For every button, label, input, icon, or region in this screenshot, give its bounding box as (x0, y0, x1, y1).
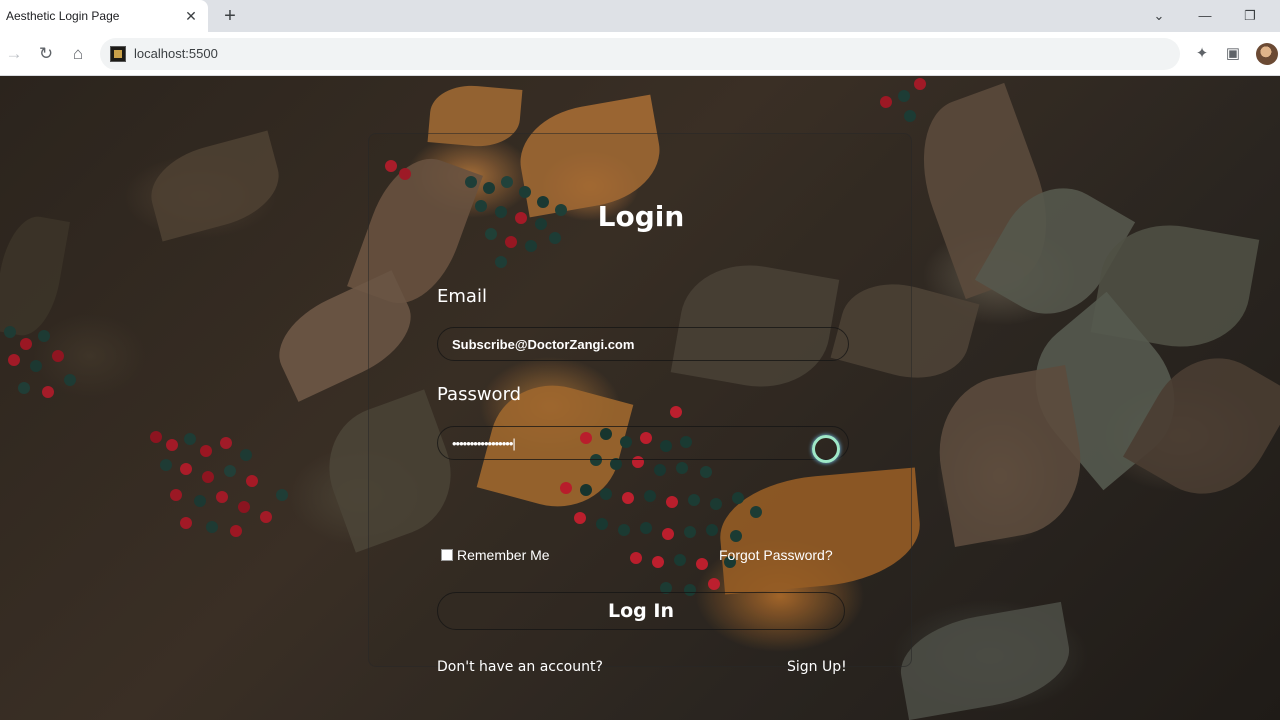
address-bar[interactable]: localhost:5500 (100, 38, 1180, 70)
remember-me-label: Remember Me (457, 547, 550, 563)
login-card: Login Email Password Remember Me Forgot … (368, 133, 912, 675)
login-button[interactable]: Log In (437, 592, 845, 630)
site-favicon-icon (110, 46, 126, 62)
leaf-decoration (927, 365, 1093, 547)
new-tab-button[interactable]: + (218, 4, 242, 28)
leaf-decoration (141, 130, 289, 242)
home-icon[interactable]: ⌂ (66, 42, 90, 66)
restore-icon[interactable]: ❐ (1238, 4, 1262, 28)
profile-avatar[interactable] (1256, 43, 1278, 65)
no-account-text: Don't have an account? (437, 659, 603, 675)
login-title: Login (597, 200, 685, 233)
close-tab-icon[interactable]: ✕ (182, 7, 200, 25)
browser-tab-bar: Aesthetic Login Page ✕ + ⌄ — ❐ (0, 0, 1280, 32)
cursor-highlight-icon (812, 435, 840, 463)
leaf-decoration (0, 211, 70, 341)
remember-me[interactable]: Remember Me (441, 547, 550, 563)
side-panel-icon[interactable]: ▣ (1221, 42, 1245, 66)
url-text: localhost:5500 (134, 46, 218, 61)
reload-icon[interactable]: ↻ (34, 42, 58, 66)
forgot-password-link[interactable]: Forgot Password? (719, 547, 833, 563)
page-background: Login Email Password Remember Me Forgot … (0, 76, 1280, 720)
minimize-icon[interactable]: — (1193, 4, 1217, 28)
tab-search-icon[interactable]: ⌄ (1147, 4, 1171, 28)
leaf-decoration (893, 601, 1077, 720)
password-label: Password (437, 384, 522, 405)
extensions-icon[interactable]: ✦ (1190, 42, 1214, 66)
remember-me-checkbox[interactable] (441, 549, 453, 561)
email-field[interactable] (437, 327, 849, 361)
browser-toolbar: → ↻ ⌂ localhost:5500 ✦ ▣ (0, 32, 1280, 76)
email-label: Email (437, 286, 487, 307)
forward-icon[interactable]: → (2, 42, 26, 66)
browser-tab[interactable]: Aesthetic Login Page ✕ (0, 0, 208, 32)
signup-link[interactable]: Sign Up! (787, 659, 847, 675)
password-field[interactable] (437, 426, 849, 460)
tab-title: Aesthetic Login Page (6, 9, 120, 23)
